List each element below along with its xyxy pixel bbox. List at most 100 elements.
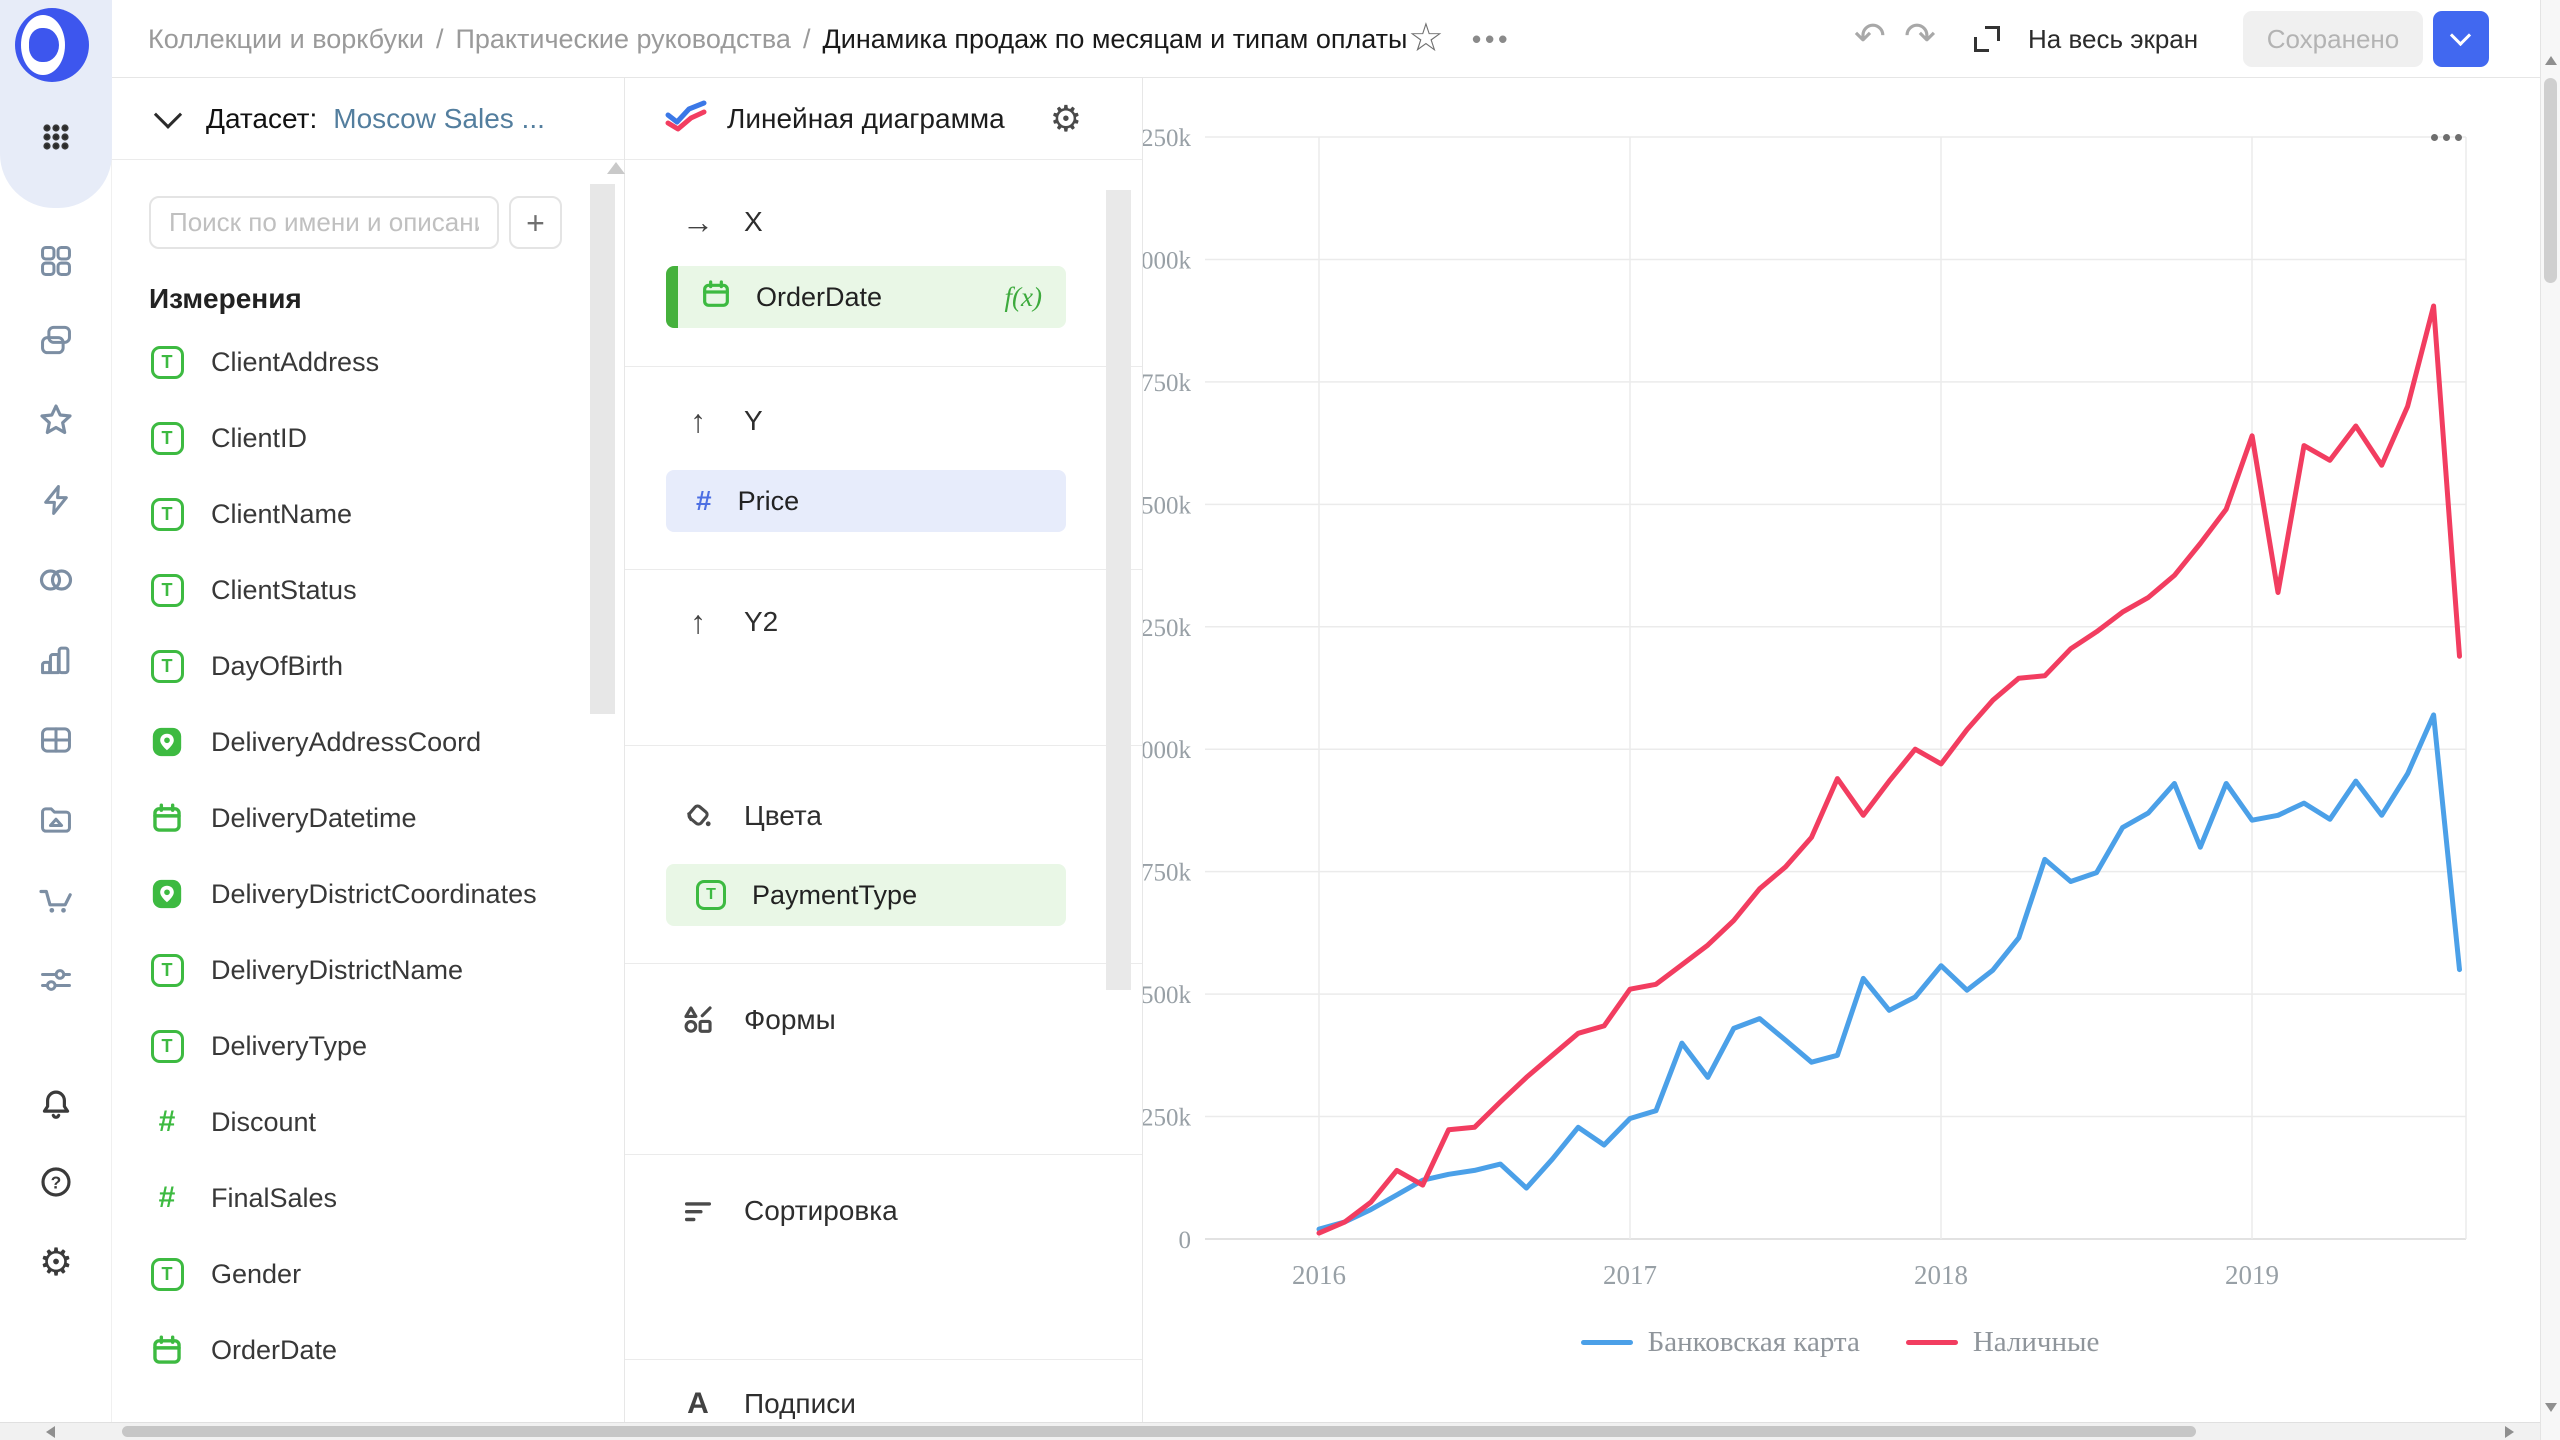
datalens-logo[interactable]: [15, 8, 89, 82]
more-actions-icon[interactable]: •••: [1472, 24, 1511, 55]
text-field-icon: T: [147, 650, 187, 683]
legend-item[interactable]: Банковская карта: [1581, 1326, 1860, 1359]
help-icon[interactable]: ?: [0, 1160, 112, 1204]
field-item-dayofbirth[interactable]: TDayOfBirth: [112, 628, 624, 704]
section-x: → X OrderDate f(x): [625, 160, 1142, 367]
field-name: ClientName: [211, 499, 352, 530]
page-title: Динамика продаж по месяцам и типам оплат…: [822, 24, 1407, 55]
y-axis-tick: 1 500k: [1143, 492, 1192, 519]
field-name: Discount: [211, 1107, 316, 1138]
folder-image-icon[interactable]: [0, 798, 112, 842]
field-item-deliverydistrictname[interactable]: TDeliveryDistrictName: [112, 932, 624, 1008]
bell-icon[interactable]: [0, 1082, 112, 1126]
calendar-icon: [700, 278, 732, 317]
breadcrumb[interactable]: Коллекции и воркбуки / Практические руково…: [148, 0, 1407, 78]
table-icon[interactable]: [0, 718, 112, 762]
field-item-finalsales[interactable]: #FinalSales: [112, 1160, 624, 1236]
letter-a-icon: А: [680, 1387, 716, 1421]
star-icon[interactable]: [0, 398, 112, 442]
field-item-clientaddress[interactable]: TClientAddress: [112, 324, 624, 400]
line-chart[interactable]: 0250k500k750k1 000k1 250k1 500k1 750k2 0…: [1143, 78, 2537, 1440]
fullscreen-expand-icon[interactable]: [1974, 26, 2000, 52]
breadcrumb-item[interactable]: Коллекции и воркбуки: [148, 24, 424, 55]
x-axis-tick: 2019: [2225, 1260, 2279, 1290]
widgets-icon[interactable]: [0, 239, 112, 283]
settings-icon[interactable]: ⚙: [0, 1240, 112, 1284]
number-field-icon: #: [147, 1181, 187, 1215]
circles-icon[interactable]: [0, 558, 112, 602]
scroll-up-arrow[interactable]: [607, 162, 625, 174]
x-axis-tick: 2018: [1914, 1260, 1968, 1290]
arrow-up-icon: ↑: [680, 403, 716, 440]
chip-label: Price: [738, 486, 800, 517]
scroll-down-arrow[interactable]: [2545, 1403, 2557, 1412]
vertical-scroll-thumb[interactable]: [2544, 78, 2557, 283]
field-chip-price[interactable]: # Price: [666, 470, 1066, 532]
field-chip-paymenttype[interactable]: T PaymentType: [666, 864, 1066, 926]
section-colors-label: Цвета: [744, 800, 822, 832]
text-field-icon: T: [147, 574, 187, 607]
field-item-deliveryaddresscoord[interactable]: DeliveryAddressCoord: [112, 704, 624, 780]
dataset-name-link[interactable]: Moscow Sales ...: [333, 103, 545, 135]
add-field-button[interactable]: +: [509, 196, 562, 249]
section-y: ↑ Y # Price: [625, 367, 1142, 570]
dataset-header[interactable]: Датасет: Moscow Sales ...: [112, 78, 624, 160]
section-labels-label: Подписи: [744, 1388, 856, 1420]
saved-button[interactable]: Сохранено: [2243, 11, 2423, 67]
redo-icon[interactable]: ↷: [1904, 14, 1936, 59]
gear-icon[interactable]: ⚙: [1050, 98, 1082, 140]
text-field-icon: T: [147, 954, 187, 987]
breadcrumb-item[interactable]: Практические руководства: [455, 24, 790, 55]
breadcrumb-separator: /: [436, 24, 444, 55]
save-dropdown-button[interactable]: [2433, 11, 2489, 67]
section-shapes: Формы: [625, 964, 1142, 1155]
field-item-deliverydatetime[interactable]: DeliveryDatetime: [112, 780, 624, 856]
y-axis-tick: 1 750k: [1143, 370, 1192, 397]
formula-badge[interactable]: f(x): [1005, 282, 1042, 313]
apps-grid-icon[interactable]: [0, 115, 112, 159]
field-item-deliverydistrictcoordinates[interactable]: DeliveryDistrictCoordinates: [112, 856, 624, 932]
section-sorting: Сортировка: [625, 1155, 1142, 1360]
legend-item[interactable]: Наличные: [1906, 1326, 2100, 1359]
scroll-up-arrow[interactable]: [2545, 56, 2557, 65]
page-vertical-scrollbar[interactable]: [2540, 0, 2560, 1440]
field-item-clientstatus[interactable]: T ClientStatus: [112, 552, 624, 628]
bar-chart-icon[interactable]: [0, 638, 112, 682]
series-line[interactable]: [1319, 715, 2460, 1229]
dataset-scrollbar[interactable]: [590, 184, 615, 714]
favorite-star-icon[interactable]: ☆: [1408, 14, 1444, 62]
field-chip-orderdate[interactable]: OrderDate f(x): [666, 266, 1066, 328]
y-axis-tick: 2 250k: [1143, 125, 1192, 152]
field-name: ClientStatus: [211, 575, 357, 606]
field-item-orderdate[interactable]: OrderDate: [112, 1312, 624, 1388]
horizontal-scroll-thumb[interactable]: [122, 1426, 2196, 1437]
scroll-left-arrow[interactable]: [46, 1426, 55, 1438]
section-shapes-label: Формы: [744, 1004, 836, 1036]
field-item-clientname[interactable]: TClientName: [112, 476, 624, 552]
x-axis-tick: 2016: [1292, 1260, 1346, 1290]
field-name: DeliveryType: [211, 1031, 367, 1062]
text-field-icon: T: [696, 880, 726, 910]
legend-swatch: [1906, 1340, 1958, 1345]
field-item-discount[interactable]: #Discount: [112, 1084, 624, 1160]
lightning-icon[interactable]: [0, 478, 112, 522]
page-horizontal-scrollbar[interactable]: [0, 1422, 2540, 1440]
scroll-right-arrow[interactable]: [2505, 1426, 2514, 1438]
config-scrollbar[interactable]: [1106, 190, 1131, 990]
y-axis-tick: 250k: [1143, 1105, 1192, 1132]
field-item-clientid[interactable]: TClientID: [112, 400, 624, 476]
fullscreen-label[interactable]: На весь экран: [2028, 0, 2198, 78]
field-search-input[interactable]: [149, 196, 499, 249]
series-line[interactable]: [1319, 306, 2460, 1233]
sliders-icon[interactable]: [0, 958, 112, 1002]
chart-type-header[interactable]: Линейная диаграмма ⚙: [625, 78, 1142, 160]
cart-icon[interactable]: [0, 877, 112, 921]
undo-icon[interactable]: ↶: [1854, 14, 1886, 59]
layers-icon[interactable]: [0, 318, 112, 362]
field-item-deliverytype[interactable]: TDeliveryType: [112, 1008, 624, 1084]
left-nav-rail: ?⚙: [0, 0, 112, 1440]
chart-menu-icon[interactable]: [2431, 134, 2462, 141]
geo-field-icon: [147, 877, 187, 911]
geo-field-icon: [147, 725, 187, 759]
field-item-gender[interactable]: TGender: [112, 1236, 624, 1312]
